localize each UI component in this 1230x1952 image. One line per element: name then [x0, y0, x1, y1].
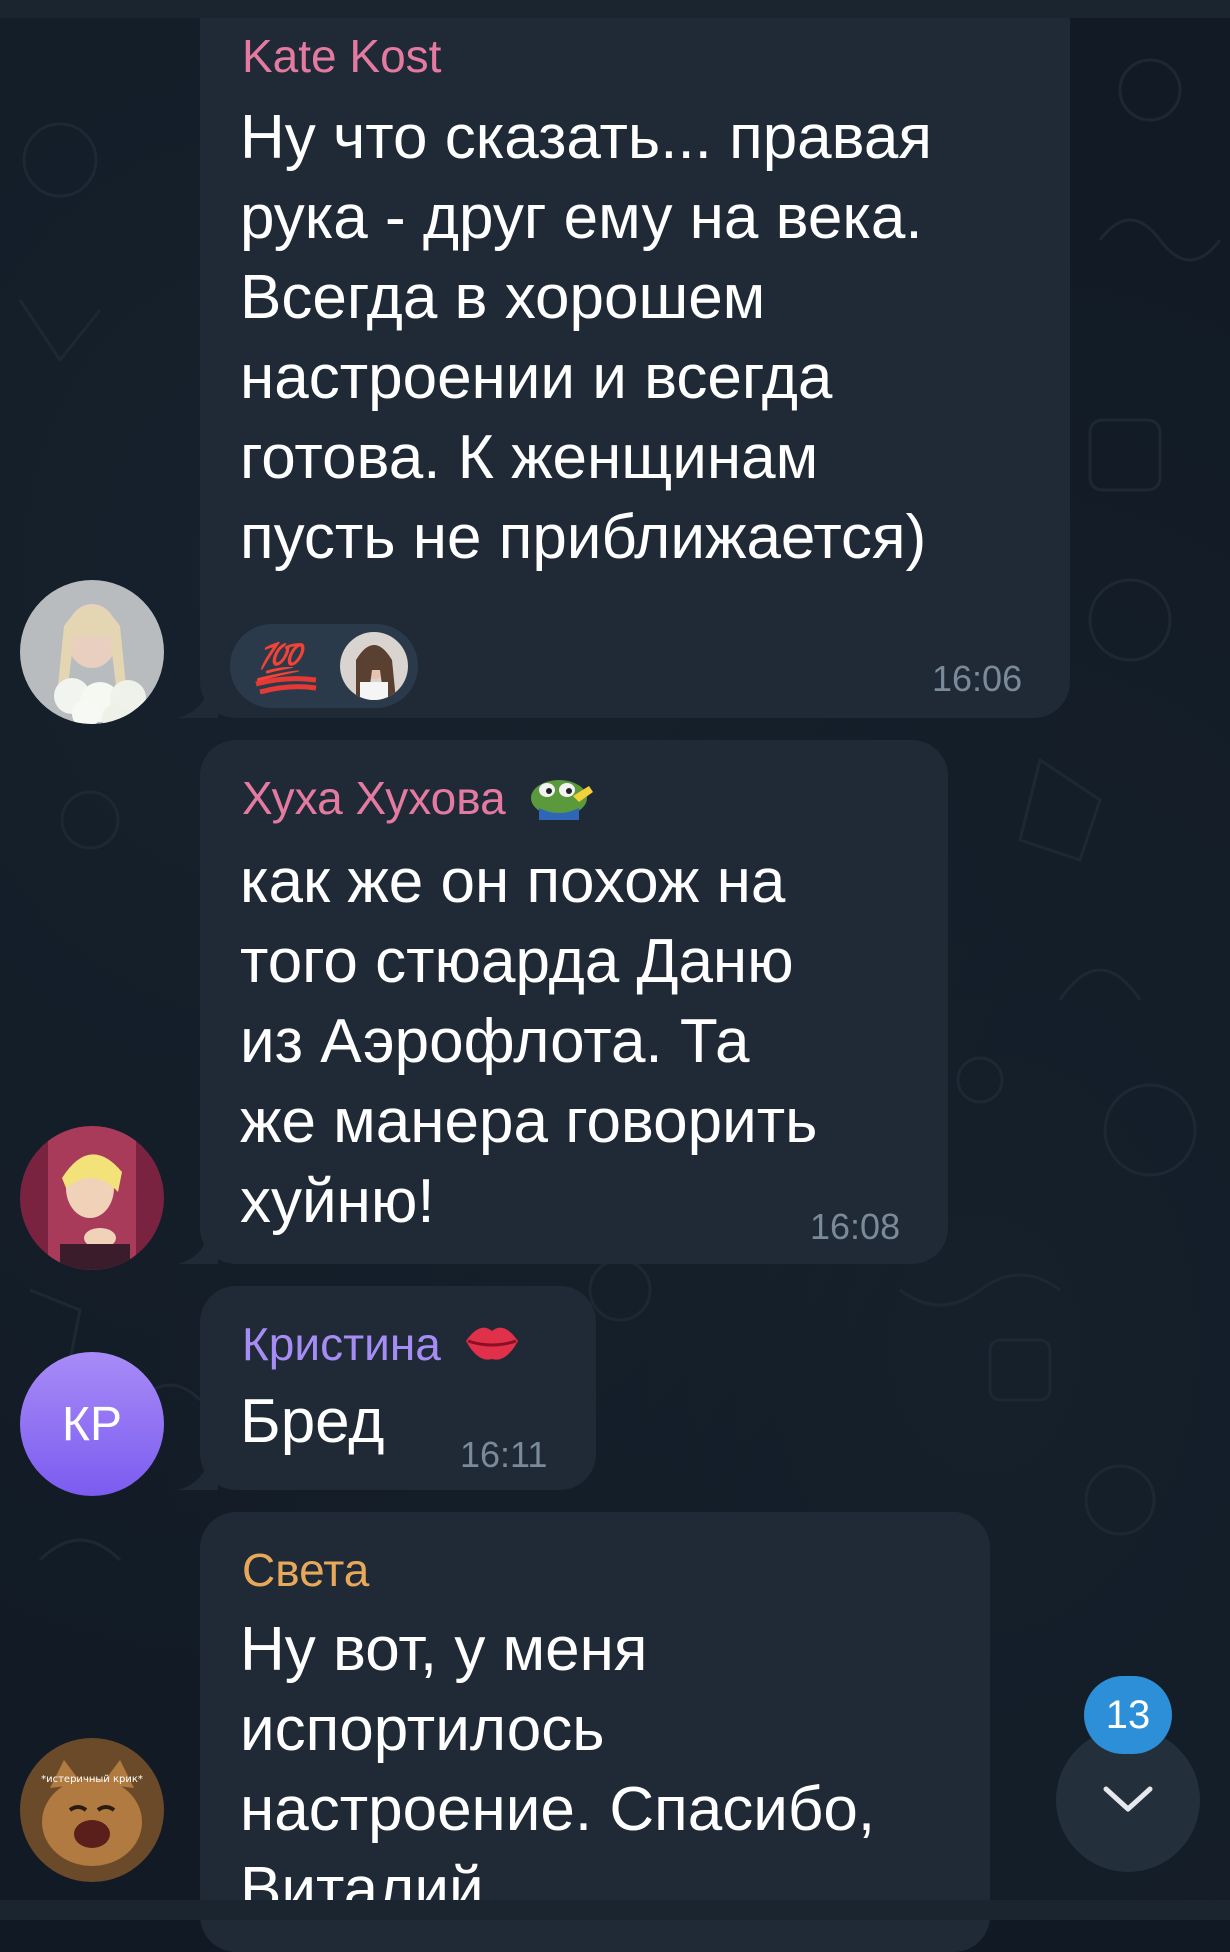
unread-count-badge: 13 — [1084, 1676, 1172, 1754]
sender-name[interactable]: Kate Kost — [242, 28, 441, 84]
sender-name[interactable]: Кристина — [242, 1316, 522, 1377]
message-time: 16:11 — [460, 1434, 548, 1475]
lips-icon — [462, 1319, 522, 1377]
reaction-chip[interactable]: 💯 — [230, 624, 418, 708]
sender-name[interactable]: Хуха Хухова — [242, 770, 597, 834]
top-bar — [0, 0, 1230, 18]
message-text: Бред — [240, 1387, 385, 1456]
message-text: как же он похож на того стюарда Даню из … — [240, 847, 818, 1236]
sender-name[interactable]: Света — [242, 1542, 369, 1598]
message-text: Ну что сказать... правая рука - друг ему… — [240, 103, 932, 572]
avatar[interactable] — [20, 580, 164, 724]
bottom-bar — [0, 1900, 1230, 1920]
message-bubble[interactable]: Хуха Хухова как же он похож на того стюа… — [178, 740, 948, 1264]
avatar[interactable]: КР — [20, 1352, 164, 1496]
message-bubble[interactable]: Света Ну вот, у меня испортилось настрое… — [200, 1512, 990, 1952]
reactor-avatar — [340, 632, 408, 700]
message-time: 16:06 — [932, 658, 1023, 699]
message-text: Ну вот, у меня испортилось настроение. С… — [240, 1615, 876, 1924]
avatar[interactable] — [20, 1126, 164, 1270]
chevron-down-icon — [1103, 1786, 1153, 1812]
message-bubble[interactable]: Kate Kost Ну что сказать... правая рука … — [178, 18, 1070, 718]
avatar-caption: *истеричный крик* — [41, 1774, 143, 1785]
hundred-points-icon: 💯 — [252, 634, 322, 698]
bubble-tail — [178, 688, 218, 718]
avatar-initials: КР — [62, 1397, 122, 1451]
bubble-tail — [178, 1460, 218, 1490]
pepe-frog-icon — [525, 770, 597, 834]
avatar[interactable]: *истеричный крик* — [20, 1738, 164, 1882]
bubble-tail — [178, 1234, 218, 1264]
message-bubble[interactable]: Кристина Бред 16:11 — [178, 1286, 596, 1490]
message-time: 16:08 — [810, 1206, 901, 1247]
